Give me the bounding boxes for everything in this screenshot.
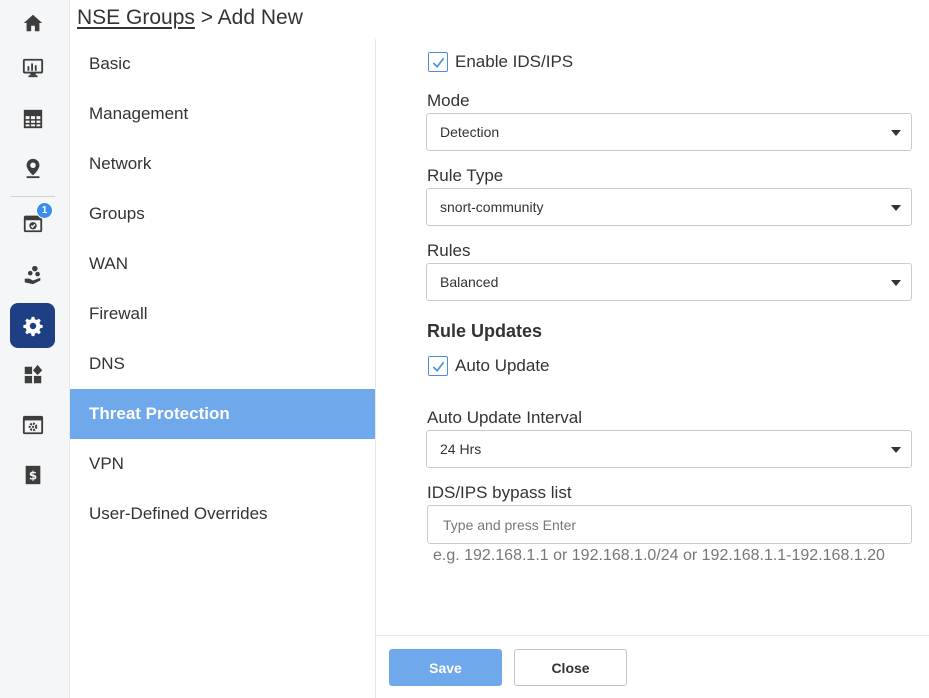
caret-down-icon xyxy=(891,447,901,453)
caret-down-icon xyxy=(891,280,901,286)
rule-type-select[interactable]: snort-community xyxy=(426,188,912,226)
nav-item-user-defined-overrides[interactable]: User-Defined Overrides xyxy=(70,489,375,539)
bypass-list-hint: e.g. 192.168.1.1 or 192.168.1.0/24 or 19… xyxy=(433,547,885,564)
caret-down-icon xyxy=(891,205,901,211)
nav-item-groups[interactable]: Groups xyxy=(70,189,375,239)
rail-users[interactable] xyxy=(10,252,55,297)
rail-monitor[interactable] xyxy=(10,45,55,90)
auto-update-interval-label: Auto Update Interval xyxy=(427,408,582,427)
form-footer: Save Close xyxy=(376,635,929,698)
mode-value: Detection xyxy=(440,124,500,140)
checkmark-icon xyxy=(432,57,444,68)
enable-ids-ips-checkbox-row[interactable]: Enable IDS/IPS xyxy=(428,52,573,72)
rail-widgets[interactable] xyxy=(10,352,55,397)
map-pin-icon xyxy=(26,158,39,178)
mode-label: Mode xyxy=(427,91,470,110)
breadcrumb-parent-link[interactable]: NSE Groups xyxy=(77,6,195,29)
rail-tasks[interactable]: 1 xyxy=(10,200,55,245)
section-nav: Basic Management Network Groups WAN Fire… xyxy=(70,39,376,698)
widgets-icon xyxy=(24,364,42,383)
caret-down-icon xyxy=(891,130,901,136)
auto-update-interval-value: 24 Hrs xyxy=(440,441,482,457)
nav-item-basic[interactable]: Basic xyxy=(70,39,375,89)
rail-divider xyxy=(10,196,55,197)
rail-window-settings[interactable] xyxy=(10,402,55,447)
nav-item-wan[interactable]: WAN xyxy=(70,239,375,289)
notification-badge: 1 xyxy=(36,202,53,219)
breadcrumb-current: Add New xyxy=(217,6,303,29)
bypass-list-label: IDS/IPS bypass list xyxy=(427,483,572,502)
save-button[interactable]: Save xyxy=(389,649,502,686)
monitor-chart-icon xyxy=(22,58,43,77)
breadcrumb-separator: > xyxy=(194,6,218,29)
rule-type-value: snort-community xyxy=(440,199,544,215)
rules-value: Balanced xyxy=(440,274,499,290)
rules-select[interactable]: Balanced xyxy=(426,263,912,301)
bypass-list-input[interactable] xyxy=(427,505,912,544)
enable-ids-ips-label: Enable IDS/IPS xyxy=(455,52,574,71)
rail-settings[interactable] xyxy=(10,303,55,348)
icon-rail: 1 $ xyxy=(0,0,70,698)
nav-item-network[interactable]: Network xyxy=(70,139,375,189)
nav-item-vpn[interactable]: VPN xyxy=(70,439,375,489)
auto-update-checkbox-row[interactable]: Auto Update xyxy=(428,356,550,376)
nav-item-dns[interactable]: DNS xyxy=(70,339,375,389)
auto-update-interval-select[interactable]: 24 Hrs xyxy=(426,430,912,468)
rail-billing[interactable]: $ xyxy=(10,452,55,497)
rail-home[interactable] xyxy=(10,0,55,45)
auto-update-checkbox[interactable] xyxy=(428,356,448,376)
enable-ids-ips-checkbox[interactable] xyxy=(428,52,448,72)
nav-item-management[interactable]: Management xyxy=(70,89,375,139)
auto-update-label: Auto Update xyxy=(455,356,550,375)
billing-icon: $ xyxy=(25,465,40,484)
home-icon xyxy=(23,14,42,31)
nav-item-firewall[interactable]: Firewall xyxy=(70,289,375,339)
rules-label: Rules xyxy=(427,241,471,260)
breadcrumb: NSE Groups > Add New xyxy=(77,6,303,30)
mode-select[interactable]: Detection xyxy=(426,113,912,151)
threat-protection-form: Enable IDS/IPS Mode Detection Rule Type … xyxy=(376,39,929,635)
table-icon xyxy=(23,109,42,128)
rail-table[interactable] xyxy=(10,96,55,141)
svg-text:$: $ xyxy=(28,468,36,482)
users-hand-icon xyxy=(24,265,40,284)
nav-item-threat-protection[interactable]: Threat Protection xyxy=(70,389,375,439)
rule-type-label: Rule Type xyxy=(427,166,504,185)
rail-location[interactable] xyxy=(10,145,55,190)
window-gear-icon xyxy=(22,415,43,434)
close-button[interactable]: Close xyxy=(514,649,627,686)
gear-icon xyxy=(22,316,43,336)
checkmark-icon xyxy=(432,361,444,372)
rule-updates-heading: Rule Updates xyxy=(427,321,543,341)
